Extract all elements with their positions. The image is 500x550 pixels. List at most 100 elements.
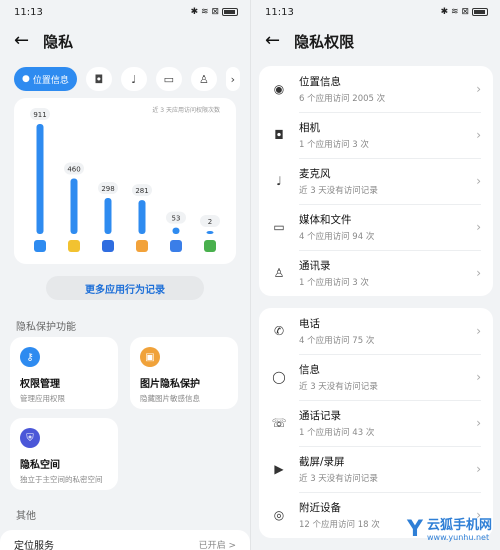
tile-title: 权限管理	[20, 379, 60, 390]
permission-title: 相机	[299, 122, 320, 134]
app-icon	[102, 240, 114, 252]
call-log-icon: ☏	[271, 416, 287, 430]
location-pin-icon: ●	[22, 74, 30, 84]
battery-icon	[222, 8, 238, 16]
value-label: 460	[67, 165, 80, 173]
value-label: 911	[33, 111, 46, 119]
message-icon: ◯	[272, 370, 286, 384]
tile-subtitle: 管理应用权限	[20, 394, 65, 403]
chevron-right-icon: ›	[476, 174, 481, 188]
chevron-right-icon: ›	[476, 82, 481, 96]
watermark-logo: Y 云狐手机网 www.yunhu.net	[407, 517, 492, 543]
chevron-right-icon: ›	[476, 324, 481, 338]
title-bar: ← 隐私	[0, 24, 250, 58]
contact-icon: ♙	[273, 266, 285, 280]
permission-row[interactable]: ◉ 位置信息 6 个应用访问 2005 次 ›	[259, 66, 493, 112]
page-title: 隐私	[43, 32, 74, 51]
watermark-url: www.yunhu.net	[426, 533, 490, 542]
permission-row[interactable]: ◯ 信息近 3 天没有访问记录 ›	[259, 354, 493, 400]
permission-title: 通话记录	[299, 410, 341, 422]
tile-title: 隐私空间	[20, 460, 60, 471]
permission-row[interactable]: ♙ 通讯录 1 个应用访问 3 次 ›	[259, 250, 493, 296]
shield-icon: ⛨	[20, 428, 40, 448]
privacy-permissions-screen: 11:13 ✱ ≋ ⊠ ← 隐私权限 ◉ 位置信息 6 个应用访问 2005 次 › ◘…	[250, 0, 500, 550]
permission-subtitle: 1 个应用访问 3 次	[299, 140, 369, 150]
app-icon	[204, 240, 216, 252]
permission-chip-bar: ● 位置信息 ◘ ♩ ▭ ♙ ›	[0, 58, 250, 92]
tile-subtitle: 独立于主空间的私密空间	[20, 475, 103, 484]
permission-subtitle: 4 个应用访问 75 次	[299, 336, 375, 346]
chart-note: 近 3 天应用访问权限次数	[152, 107, 220, 114]
status-icons: ✱ ≋ ⊠	[190, 7, 219, 17]
value-label: 53	[172, 215, 181, 223]
camera-icon[interactable]: ◘	[85, 67, 112, 91]
mic-icon[interactable]: ♩	[120, 67, 147, 91]
watermark-letter: Y	[407, 517, 423, 543]
app-icon	[170, 240, 182, 252]
permission-subtitle: 1 个应用访问 3 次	[299, 278, 369, 288]
screen-record-icon: ▶	[274, 462, 284, 476]
tile-image-privacy[interactable]: ▣ 图片隐私保护 隐藏图片敏感信息	[130, 337, 238, 409]
back-arrow-icon[interactable]: ←	[14, 32, 29, 50]
privacy-screen: 11:13 ✱ ≋ ⊠ ← 隐私 ● 位置信息 ◘ ♩ ▭ ♙ › 911 460…	[0, 0, 250, 550]
title-bar: ← 隐私权限	[251, 24, 500, 58]
contact-icon[interactable]: ♙	[190, 67, 217, 91]
tile-title: 图片隐私保护	[140, 379, 200, 390]
chevron-right-icon: ›	[476, 416, 481, 430]
nearby-devices-icon: ◎	[273, 508, 285, 522]
permission-title: 麦克风	[299, 168, 331, 180]
image-icon: ▣	[140, 347, 160, 367]
tile-permission-management[interactable]: ⚷ 权限管理 管理应用权限	[10, 337, 118, 409]
value-label: 298	[101, 185, 114, 193]
location-service-label: 定位服务	[14, 540, 54, 550]
permission-subtitle: 6 个应用访问 2005 次	[299, 94, 386, 104]
back-arrow-icon[interactable]: ←	[265, 32, 280, 50]
location-pin-icon: ◉	[273, 82, 285, 96]
permission-row[interactable]: ▶ 截屏/录屏近 3 天没有访问记录 ›	[259, 446, 493, 492]
permission-row[interactable]: ☏ 通话记录 1 个应用访问 43 次 ›	[259, 400, 493, 446]
chip-location[interactable]: ● 位置信息	[14, 67, 77, 91]
chevron-right-icon[interactable]: ›	[225, 67, 240, 91]
value-label: 281	[135, 187, 148, 195]
tile-subtitle: 隐藏图片敏感信息	[140, 394, 200, 403]
status-bar: 11:13 ✱ ≋ ⊠	[0, 0, 250, 24]
permission-title: 位置信息	[299, 76, 341, 88]
permission-row[interactable]: ✆ 电话 4 个应用访问 75 次 ›	[259, 308, 493, 354]
access-bar-chart: 911 460 298 281 53 2	[30, 108, 220, 252]
chevron-right-icon: ›	[476, 370, 481, 384]
permission-subtitle: 近 3 天没有访问记录	[299, 186, 378, 196]
permission-row[interactable]: ♩ 麦克风近 3 天没有访问记录 ›	[259, 158, 493, 204]
app-icon	[136, 240, 148, 252]
app-icon	[34, 240, 46, 252]
app-icon	[68, 240, 80, 252]
mic-icon: ♩	[276, 174, 282, 188]
permission-subtitle: 近 3 天没有访问记录	[299, 382, 378, 392]
tile-private-space[interactable]: ⛨ 隐私空间 独立于主空间的私密空间	[10, 418, 118, 490]
permission-group-1: ◉ 位置信息 6 个应用访问 2005 次 › ◘ 相机 1 个应用访问 3 次 › ♩ 麦克风近…	[259, 66, 493, 296]
chevron-right-icon: ›	[476, 128, 481, 142]
permission-title: 截屏/录屏	[299, 456, 345, 468]
permission-group-2: ✆ 电话 4 个应用访问 75 次 › ◯ 信息近 3 天没有访问记录 › ☏ 通话记录 1 个应…	[259, 308, 493, 538]
permission-title: 媒体和文件	[299, 214, 352, 226]
protection-section-label: 隐私保护功能	[16, 322, 76, 333]
permission-title: 信息	[299, 364, 320, 376]
permission-row[interactable]: ▭ 媒体和文件 4 个应用访问 94 次 ›	[259, 204, 493, 250]
bar	[104, 198, 112, 234]
watermark-name: 云狐手机网	[426, 517, 492, 533]
status-icons: ✱ ≋ ⊠	[440, 7, 469, 17]
permission-title: 附近设备	[299, 502, 341, 514]
camera-icon: ◘	[274, 128, 284, 142]
battery-icon	[472, 8, 488, 16]
location-service-row[interactable]: 定位服务 已开启 >	[0, 530, 250, 550]
permission-subtitle: 4 个应用访问 94 次	[299, 232, 375, 242]
permission-subtitle: 近 3 天没有访问记录	[299, 474, 378, 484]
more-app-activity-button[interactable]: 更多应用行为记录	[46, 276, 204, 300]
chevron-right-icon: ›	[476, 266, 481, 280]
permission-row[interactable]: ◘ 相机 1 个应用访问 3 次 ›	[259, 112, 493, 158]
permission-subtitle: 1 个应用访问 43 次	[299, 428, 375, 438]
folder-icon[interactable]: ▭	[155, 67, 182, 91]
status-time: 11:13	[14, 6, 43, 18]
bar	[70, 178, 78, 234]
bar	[206, 231, 214, 234]
key-icon: ⚷	[20, 347, 40, 367]
